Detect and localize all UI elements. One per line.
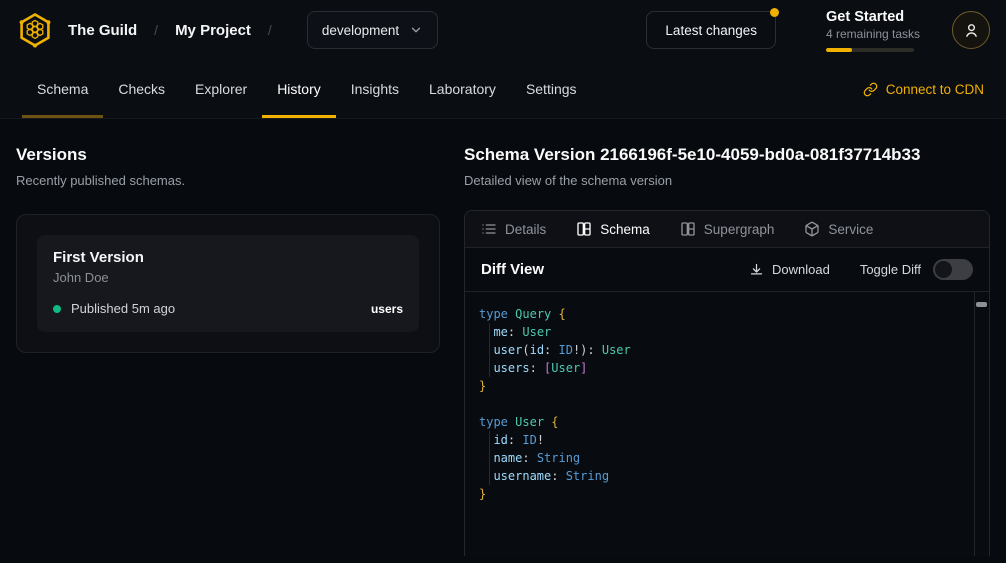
code-line: type Query { [479,305,959,323]
code-line: } [479,485,959,503]
person-icon [963,22,980,39]
code-line: me: User [479,323,959,341]
code-line: user(id: ID!): User [479,341,959,359]
get-started-progressbar [826,48,914,52]
code-line: users: [User] [479,359,959,377]
toggle-diff-label: Toggle Diff [860,262,921,277]
notification-dot [770,8,779,17]
org-breadcrumb[interactable]: The Guild [68,22,137,39]
columns-icon [576,221,592,237]
tab-laboratory[interactable]: Laboratory [414,60,511,118]
diff-actions: Download Toggle Diff [749,259,973,280]
diff-view-header: Diff View Download Toggle Diff [465,248,989,292]
user-avatar[interactable] [952,11,990,49]
columns-icon [680,221,696,237]
panel-tab-label: Details [505,222,546,237]
version-title: First Version [53,249,403,266]
latest-changes-label: Latest changes [665,23,757,38]
tab-checks[interactable]: Checks [103,60,180,118]
panel-tab-details[interactable]: Details [481,221,546,237]
tab-explorer[interactable]: Explorer [180,60,262,118]
versions-subtitle: Recently published schemas. [16,173,440,188]
schema-panel: Details Schema Supergraph [464,210,990,556]
get-started-progress-fill [826,48,852,52]
top-header: The Guild / My Project / development Lat… [0,0,1006,60]
main-nav: Schema Checks Explorer History Insights … [0,60,1006,119]
cube-icon [804,221,820,237]
latest-changes-button[interactable]: Latest changes [646,11,776,49]
panel-tab-label: Schema [600,222,650,237]
connect-to-cdn-link[interactable]: Connect to CDN [863,60,984,118]
toggle-diff-switch[interactable] [933,259,973,280]
code-lines: type Query { me: User user(id: ID!): Use… [479,305,959,503]
version-author: John Doe [53,270,403,285]
panel-tab-label: Supergraph [704,222,775,237]
panel-tab-supergraph[interactable]: Supergraph [680,221,775,237]
tab-schema[interactable]: Schema [22,60,103,118]
tab-settings[interactable]: Settings [511,60,592,118]
breadcrumb-separator: / [154,22,158,38]
version-list-item[interactable]: First Version John Doe Published 5m ago … [37,235,419,332]
project-breadcrumb[interactable]: My Project [175,22,251,39]
chevron-down-icon [409,23,423,37]
panel-tab-label: Service [828,222,873,237]
versions-card: First Version John Doe Published 5m ago … [16,214,440,353]
panel-tabs: Details Schema Supergraph [465,211,989,248]
version-detail-section: Schema Version 2166196f-5e10-4059-bd0a-0… [464,119,990,563]
connect-to-cdn-label: Connect to CDN [886,82,984,97]
list-icon [481,221,497,237]
download-icon [749,262,764,277]
panel-tab-service[interactable]: Service [804,221,873,237]
toggle-knob [935,261,952,278]
schema-code-viewer[interactable]: type Query { me: User user(id: ID!): Use… [465,292,989,556]
versions-title: Versions [16,145,440,165]
code-line: } [479,377,959,395]
version-status-row: Published 5m ago users [53,301,403,316]
download-label: Download [772,262,830,277]
code-line: type User { [479,413,959,431]
code-line: name: String [479,449,959,467]
panel-tab-schema[interactable]: Schema [576,221,650,237]
schema-version-subtitle: Detailed view of the schema version [464,173,990,188]
get-started-subtitle: 4 remaining tasks [826,27,916,41]
get-started-widget[interactable]: Get Started 4 remaining tasks [826,9,916,52]
target-selector-value: development [322,23,399,38]
service-badge: users [371,302,403,316]
tab-insights[interactable]: Insights [336,60,414,118]
code-line: id: ID! [479,431,959,449]
download-button[interactable]: Download [749,262,830,277]
code-line [479,395,959,413]
code-line: username: String [479,467,959,485]
breadcrumb-separator: / [268,22,272,38]
tab-history[interactable]: History [262,60,336,118]
target-selector[interactable]: development [307,11,438,49]
code-scrollbar-thumb[interactable] [976,302,987,307]
published-status-icon [53,305,61,313]
versions-section: Versions Recently published schemas. Fir… [16,119,440,563]
hive-logo-icon[interactable] [16,11,54,49]
main-content: Versions Recently published schemas. Fir… [0,119,1006,563]
diff-view-title: Diff View [481,261,544,278]
code-scrollbar-track [974,292,975,556]
link-icon [863,82,878,97]
version-status: Published 5m ago [71,301,175,316]
get-started-title: Get Started [826,9,916,25]
schema-version-title: Schema Version 2166196f-5e10-4059-bd0a-0… [464,145,990,165]
